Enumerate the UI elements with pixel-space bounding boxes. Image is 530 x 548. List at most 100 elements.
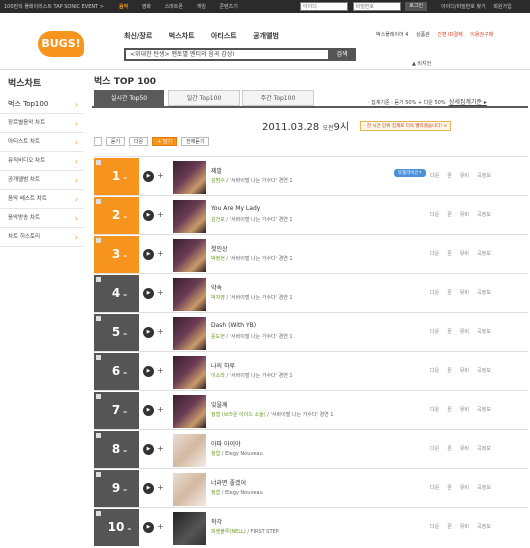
password-input[interactable]	[352, 2, 401, 11]
nav-public-album[interactable]: 공개앨범	[253, 32, 279, 40]
play-icon[interactable]: ▶	[143, 171, 154, 182]
mv-badge[interactable]: 뮤플라이인↑	[394, 169, 427, 177]
listen-button[interactable]: 듣기	[105, 137, 126, 146]
song-title[interactable]: You Are My Lady	[211, 205, 260, 212]
buy-ticket-link[interactable]: 이용권구매	[470, 32, 493, 38]
row-mv-link[interactable]: 뮤비	[460, 367, 469, 374]
row-checkbox[interactable]	[96, 238, 101, 243]
song-title[interactable]: 잊을께	[211, 400, 228, 409]
album-cover[interactable]	[173, 239, 206, 272]
album-link[interactable]: '서바이벌 나는 가수다' 경연 1	[230, 178, 293, 184]
row-info-link[interactable]: 곡정보	[477, 289, 491, 296]
row-download-link[interactable]: 다운	[430, 289, 439, 296]
find-account-link[interactable]: 아이디/비밀번호 찾기	[441, 4, 486, 10]
album-link[interactable]: '서바이벌 나는 가수다' 경연 1	[230, 256, 293, 262]
row-info-link[interactable]: 곡정보	[477, 523, 491, 530]
album-link[interactable]: '서바이벌 나는 가수다' 경연 1	[271, 412, 334, 418]
album-cover[interactable]	[173, 278, 206, 311]
row-download-link[interactable]: 다운	[430, 250, 439, 257]
play-icon[interactable]: ▶	[143, 249, 154, 260]
signup-link[interactable]: 회원가입	[493, 4, 511, 10]
row-mv-link[interactable]: 뮤비	[460, 445, 469, 452]
artist-link[interactable]: 정엽 (브라운 아이드 소울)	[211, 412, 266, 418]
album-cover[interactable]	[173, 317, 206, 350]
album-cover[interactable]	[173, 356, 206, 389]
row-phone-link[interactable]: 폰	[447, 250, 452, 257]
tab-daily-top100[interactable]: 일간 Top100	[168, 90, 240, 106]
row-download-link[interactable]: 다운	[430, 211, 439, 218]
id-payment-link[interactable]: 간편 ID결제	[437, 32, 462, 38]
artist-link[interactable]: 정엽	[211, 490, 220, 496]
add-icon[interactable]: +	[157, 210, 164, 219]
album-link[interactable]: FIRST STEP	[251, 529, 279, 535]
row-info-link[interactable]: 곡정보	[477, 484, 491, 491]
artist-link[interactable]: 정엽	[211, 451, 220, 457]
row-checkbox[interactable]	[96, 394, 101, 399]
album-link[interactable]: '서바이벌 나는 가수다' 경연 1	[230, 295, 293, 301]
album-link[interactable]: Elegy Nouveau	[225, 490, 263, 496]
row-info-link[interactable]: 곡정보	[477, 250, 491, 257]
add-icon[interactable]: +	[157, 366, 164, 375]
row-download-link[interactable]: 다운	[430, 172, 439, 179]
artist-link[interactable]: 김건모	[211, 217, 225, 223]
row-download-link[interactable]: 다운	[430, 484, 439, 491]
play-icon[interactable]: ▶	[143, 483, 154, 494]
row-info-link[interactable]: 곡정보	[477, 406, 491, 413]
row-mv-link[interactable]: 뮤비	[460, 289, 469, 296]
add-icon[interactable]: +	[157, 483, 164, 492]
add-icon[interactable]: +	[157, 405, 164, 414]
row-phone-link[interactable]: 폰	[447, 211, 452, 218]
add-icon[interactable]: +	[157, 522, 164, 531]
play-icon[interactable]: ▶	[143, 327, 154, 338]
row-checkbox[interactable]	[96, 355, 101, 360]
add-icon[interactable]: +	[157, 171, 164, 180]
album-cover[interactable]	[173, 200, 206, 233]
play-all-button[interactable]: 전체듣기	[181, 137, 210, 146]
row-checkbox[interactable]	[96, 316, 101, 321]
row-download-link[interactable]: 다운	[430, 523, 439, 530]
search-input[interactable]: <위대한 탄생> 멘토별 멘티의 음곡 감상! 검색	[124, 48, 356, 61]
song-title[interactable]: 너라면 좋겠어	[211, 478, 246, 487]
artist-link[interactable]: 피엔블루(NELL)	[211, 529, 246, 535]
add-button[interactable]: + 담기	[152, 137, 178, 146]
row-download-link[interactable]: 다운	[430, 445, 439, 452]
row-mv-link[interactable]: 뮤비	[460, 172, 469, 179]
select-all-checkbox[interactable]	[94, 137, 102, 146]
shop-link[interactable]: 상품관	[416, 32, 430, 38]
row-mv-link[interactable]: 뮤비	[460, 250, 469, 257]
artist-link[interactable]: 이소라	[211, 373, 225, 379]
row-checkbox[interactable]	[96, 472, 101, 477]
criteria-detail-link[interactable]: 상세집계기준 ▸	[449, 99, 487, 106]
album-link[interactable]: '서바이벌 나는 가수다' 경연 1	[230, 373, 293, 379]
song-title[interactable]: 아파 아이야	[211, 439, 241, 448]
tab-weekly-top100[interactable]: 주간 Top100	[242, 90, 314, 106]
album-cover[interactable]	[173, 395, 206, 428]
row-checkbox[interactable]	[96, 199, 101, 204]
row-mv-link[interactable]: 뮤비	[460, 211, 469, 218]
bugs-logo[interactable]: BUGS!	[38, 31, 84, 57]
play-icon[interactable]: ▶	[143, 405, 154, 416]
nav-latest-genre[interactable]: 최신/장르	[124, 32, 152, 40]
play-icon[interactable]: ▶	[143, 444, 154, 455]
play-icon[interactable]: ▶	[143, 210, 154, 221]
sidebar-item-best-chart[interactable]: 음악 베스트 차트 ›	[0, 190, 83, 209]
search-button[interactable]: 검색	[328, 48, 356, 61]
add-icon[interactable]: +	[157, 288, 164, 297]
nav-artist[interactable]: 아티스트	[211, 32, 237, 40]
row-download-link[interactable]: 다운	[430, 328, 439, 335]
artist-link[interactable]: 윤도현	[211, 334, 225, 340]
row-phone-link[interactable]: 폰	[447, 328, 452, 335]
row-mv-link[interactable]: 뮤비	[460, 484, 469, 491]
row-info-link[interactable]: 곡정보	[477, 328, 491, 335]
row-phone-link[interactable]: 폰	[447, 445, 452, 452]
artist-link[interactable]: 김범수	[211, 178, 225, 184]
play-icon[interactable]: ▶	[143, 522, 154, 533]
service-nav-content[interactable]: 콘텐츠기	[219, 3, 237, 10]
album-link[interactable]: '서바이벌 나는 가수다' 경연 1	[230, 217, 293, 223]
service-nav-game[interactable]: 게임	[197, 3, 206, 10]
row-info-link[interactable]: 곡정보	[477, 211, 491, 218]
row-phone-link[interactable]: 폰	[447, 367, 452, 374]
sidebar-item-broadcast-chart[interactable]: 음악방송 차트 ›	[0, 209, 83, 228]
row-phone-link[interactable]: 폰	[447, 523, 452, 530]
row-info-link[interactable]: 곡정보	[477, 172, 491, 179]
